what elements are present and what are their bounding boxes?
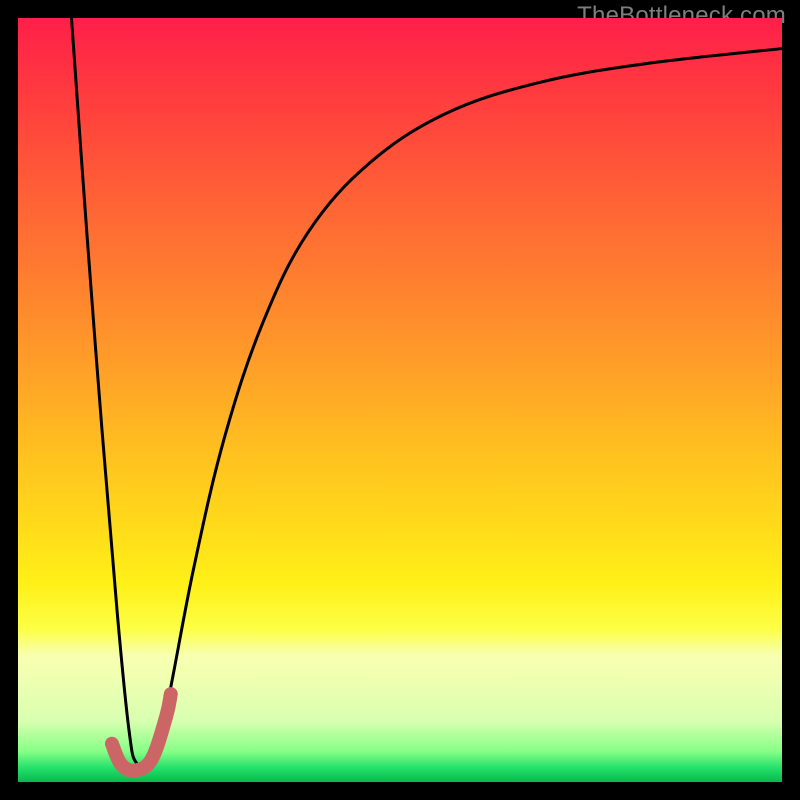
thin-black-curve — [71, 18, 782, 767]
chart-curves-svg — [18, 18, 782, 782]
thick-red-hook — [112, 694, 171, 771]
chart-plot-area — [18, 18, 782, 782]
chart-frame: TheBottleneck.com — [0, 0, 800, 800]
